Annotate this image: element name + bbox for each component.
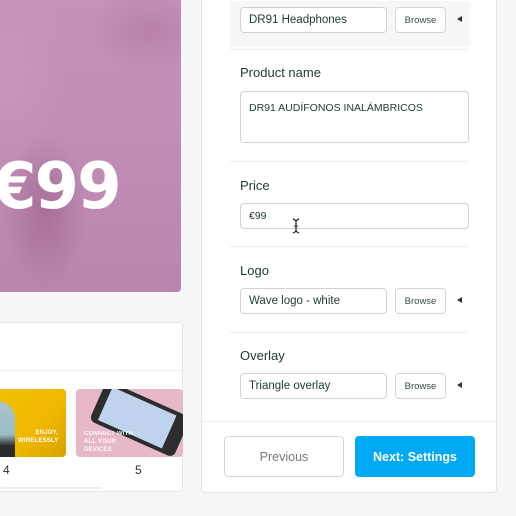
previous-button[interactable]: Previous (224, 436, 344, 477)
logo-value: Wave logo - white (249, 295, 340, 307)
product-name-value: DR91 AUDÍFONOS INALÁMBRICOS (249, 102, 423, 114)
caret-left-icon[interactable] (457, 382, 462, 388)
thumbnail-caption: ENJOY, WIRELESSLY (18, 430, 59, 444)
person-image (0, 401, 15, 457)
thumbnail-number: 5 (135, 463, 142, 477)
price-field[interactable]: €99 (240, 203, 469, 229)
logo-browse-button[interactable]: Browse (395, 288, 446, 314)
logo-field[interactable]: Wave logo - white (240, 288, 387, 314)
caret-left-icon[interactable] (457, 297, 462, 303)
overlay-value: Triangle overlay (249, 380, 331, 392)
overlay-field[interactable]: Triangle overlay (240, 373, 387, 399)
thumbnails-divider (0, 370, 182, 371)
footer-divider (202, 421, 496, 422)
overlay-browse-button[interactable]: Browse (395, 373, 446, 399)
divider (230, 246, 467, 247)
overlay-label: Overlay (240, 348, 285, 363)
price-value: €99 (249, 210, 267, 222)
preview-price-text: €99 (0, 150, 122, 224)
logo-label: Logo (240, 263, 269, 278)
thumbnail-5[interactable]: CONNECT WITH ALL YOUR DEVICES (76, 389, 183, 457)
thumbnail-number: 4 (3, 463, 10, 477)
thumbnails-scrollbar[interactable] (1, 487, 101, 489)
product-name-field[interactable]: DR91 AUDÍFONOS INALÁMBRICOS (240, 91, 469, 143)
image-field-value: DR91 Headphones (249, 14, 347, 26)
image-field[interactable]: DR91 Headphones (240, 7, 387, 33)
form-panel: DR91 Headphones Browse Product name DR91… (201, 0, 497, 493)
divider (230, 49, 467, 50)
next-settings-button[interactable]: Next: Settings (355, 436, 475, 477)
thumbnail-4[interactable]: ENJOY, WIRELESSLY (0, 389, 66, 457)
thumbnails-card: ENJOY, WIRELESSLY 4 CONNECT WITH ALL YOU… (0, 322, 183, 492)
price-label: Price (240, 178, 270, 193)
caret-left-icon[interactable] (457, 16, 462, 22)
divider (230, 161, 467, 162)
product-name-label: Product name (240, 65, 321, 80)
banner-preview: €99 (0, 0, 181, 292)
thumbnail-caption: CONNECT WITH ALL YOUR DEVICES (84, 431, 134, 453)
text-cursor-icon (292, 218, 300, 234)
image-browse-button[interactable]: Browse (395, 7, 446, 33)
divider (230, 332, 467, 333)
